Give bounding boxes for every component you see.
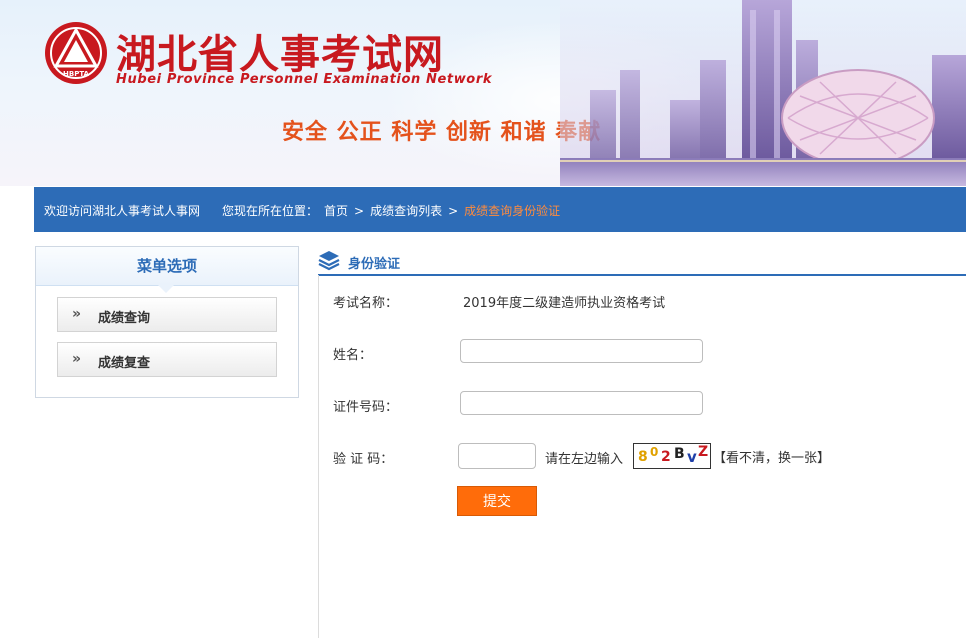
captcha-input[interactable] — [458, 443, 536, 469]
sidebar-item-label: 成绩复查 — [98, 356, 151, 371]
captcha-char: 0 — [650, 445, 659, 459]
hbpta-logo-icon: HBPTA — [45, 22, 107, 84]
nav-bar: 欢迎访问湖北人事考试人事网 您现在所在位置： 首页 > 成绩查询列表 > 成绩查询身份验证 — [34, 187, 966, 232]
submit-button[interactable]: 提交 — [457, 486, 537, 516]
section-header: 身份验证 — [318, 246, 966, 276]
double-chevron-icon: » — [72, 351, 82, 367]
captcha-char: Z — [698, 444, 709, 460]
sidebar-item-score-query[interactable]: » 成绩查询 — [57, 297, 277, 332]
captcha-image[interactable]: 8 0 2 B v Z — [633, 443, 711, 469]
id-number-input[interactable] — [460, 391, 703, 415]
sidebar-menu: 菜单选项 » 成绩查询 » 成绩复查 — [35, 246, 299, 398]
breadcrumb: 您现在所在位置： 首页 > 成绩查询列表 > 成绩查询身份验证 — [222, 202, 566, 219]
location-label: 您现在所在位置： — [222, 204, 319, 218]
captcha-char: v — [687, 448, 697, 466]
captcha-label: 验 证 码： — [333, 452, 394, 467]
welcome-text: 欢迎访问湖北人事考试人事网 — [44, 204, 201, 218]
sidebar-item-score-review[interactable]: » 成绩复查 — [57, 342, 277, 377]
layers-icon — [318, 251, 340, 271]
logo-badge-text: HBPTA — [63, 70, 90, 78]
name-input[interactable] — [460, 339, 703, 363]
city-skyline-image — [560, 0, 966, 186]
id-number-label: 证件号码： — [333, 400, 399, 415]
refresh-captcha-link[interactable]: 【看不清，换一张】 — [713, 447, 830, 466]
exam-name-label: 考试名称： — [333, 296, 399, 311]
breadcrumb-separator: > — [448, 204, 459, 218]
sidebar-item-label: 成绩查询 — [98, 311, 151, 326]
double-chevron-icon: » — [72, 306, 82, 322]
exam-name-value: 2019年度二级建造师执业资格考试 — [463, 296, 666, 311]
sidebar-title-pointer — [158, 285, 174, 293]
captcha-char: 8 — [638, 449, 648, 465]
breadcrumb-current: 成绩查询身份验证 — [464, 204, 561, 218]
site-subtitle: Hubei Province Personnel Examination Net… — [116, 72, 493, 87]
name-label: 姓名： — [333, 348, 373, 363]
breadcrumb-separator: > — [354, 204, 365, 218]
breadcrumb-home-link[interactable]: 首页 — [324, 204, 348, 218]
divider — [318, 275, 319, 638]
section-title: 身份验证 — [348, 257, 401, 272]
header-banner: HBPTA 湖北省人事考试网 Hubei Province Personnel … — [0, 0, 966, 186]
captcha-char: B — [674, 446, 685, 462]
sidebar-title-text: 菜单选项 — [136, 257, 197, 275]
captcha-hint: 请在左边输入 — [545, 452, 624, 467]
sidebar-title: 菜单选项 — [36, 247, 298, 293]
slogan: 安全 公正 科学 创新 和谐 奉献 — [282, 120, 602, 145]
breadcrumb-score-list-link[interactable]: 成绩查询列表 — [370, 204, 442, 218]
captcha-char: 2 — [661, 449, 671, 465]
